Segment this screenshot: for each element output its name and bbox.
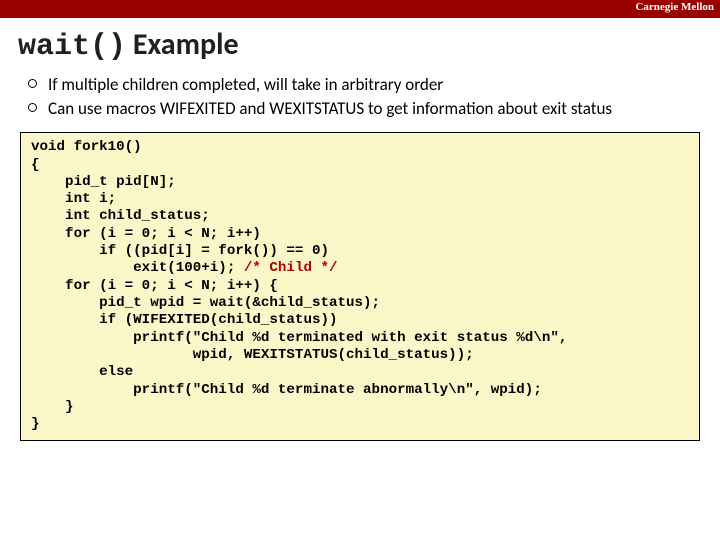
code-box: void fork10() { pid_t pid[N]; int i; int… [20, 132, 700, 440]
org-label: Carnegie Mellon [635, 1, 714, 13]
bullet-list: If multiple children completed, will tak… [28, 74, 702, 120]
bullet-item: Can use macros WIFEXITED and WEXITSTATUS… [28, 98, 702, 120]
slide-title: wait() Example [18, 26, 702, 64]
bullet-item: If multiple children completed, will tak… [28, 74, 702, 96]
slide-body: wait() Example If multiple children comp… [0, 18, 720, 441]
title-mono: wait() [18, 30, 126, 64]
title-rest: Example [126, 26, 239, 63]
code-block: void fork10() { pid_t pid[N]; int i; int… [31, 139, 689, 433]
header-bar: Carnegie Mellon [0, 0, 720, 18]
